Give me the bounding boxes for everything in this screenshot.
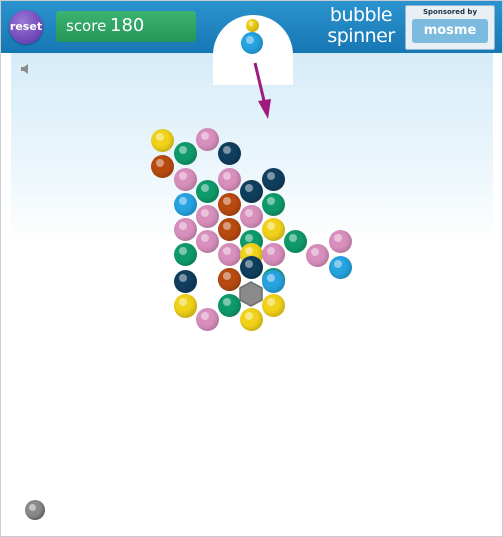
navy-bubble <box>261 167 285 191</box>
navy-bubble <box>217 141 241 165</box>
pink-bubble <box>173 217 197 241</box>
pink-bubble <box>195 229 219 253</box>
yellow-bubble <box>261 217 285 241</box>
navy-bubble <box>173 269 197 293</box>
green-bubble <box>195 179 219 203</box>
center-hexagon <box>239 281 263 307</box>
yellow-bubble <box>261 293 285 317</box>
loaded-bubble[interactable] <box>241 32 263 54</box>
game-logo: bubble spinner <box>323 5 399 47</box>
pink-bubble <box>261 242 285 266</box>
blue-bubble <box>328 255 352 279</box>
score-value: 180 <box>110 15 145 36</box>
blue-bubble <box>173 192 197 216</box>
yellow-bubble <box>173 293 197 317</box>
orange-bubble <box>217 192 241 216</box>
sponsor-banner[interactable]: Sponsored by mosme <box>405 5 495 50</box>
game-frame: reset score 180 bubble spinner Sponsored… <box>0 0 503 537</box>
round-button-icon[interactable] <box>25 500 45 520</box>
score-label: score <box>66 17 107 35</box>
pink-bubble <box>173 167 197 191</box>
logo-line-2: spinner <box>327 25 395 47</box>
pink-bubble <box>217 242 241 266</box>
blue-bubble <box>261 269 285 293</box>
pink-bubble <box>195 127 219 151</box>
pink-bubble <box>305 243 329 267</box>
yellow-bubble <box>150 128 174 152</box>
pink-bubble <box>195 204 219 228</box>
logo-line-1: bubble <box>329 4 393 26</box>
navy-bubble <box>239 255 263 279</box>
pink-bubble <box>195 307 219 331</box>
green-bubble <box>173 141 197 165</box>
speaker-icon[interactable] <box>19 62 33 76</box>
pink-bubble <box>217 167 241 191</box>
pink-bubble <box>328 229 352 253</box>
sponsor-label: Sponsored by <box>422 8 478 16</box>
green-bubble <box>283 229 307 253</box>
reset-button[interactable]: reset <box>9 10 43 44</box>
score-panel: score 180 <box>56 11 196 42</box>
sponsor-brand: mosme <box>423 23 477 38</box>
orange-bubble <box>217 217 241 241</box>
green-bubble <box>173 242 197 266</box>
next-bubble <box>246 19 259 32</box>
pink-bubble <box>239 204 263 228</box>
orange-bubble <box>150 154 174 178</box>
yellow-bubble <box>239 307 263 331</box>
green-bubble <box>261 192 285 216</box>
navy-bubble <box>239 179 263 203</box>
